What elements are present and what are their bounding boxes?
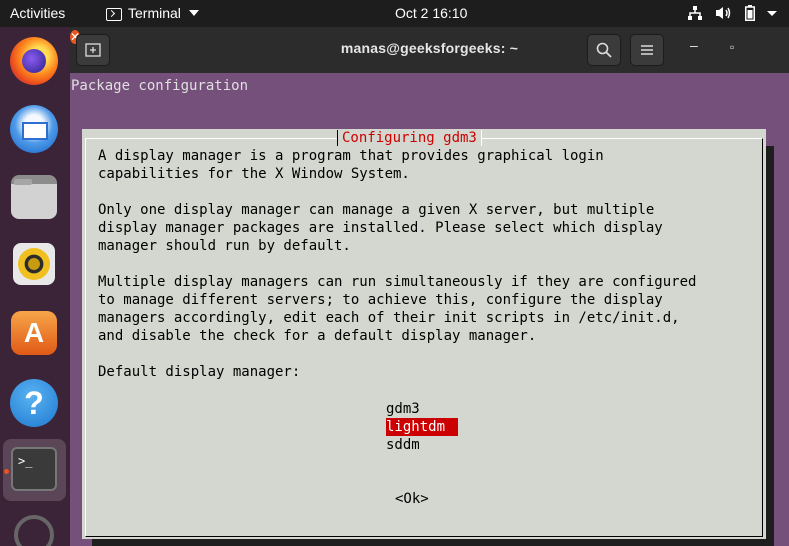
maximize-button[interactable]: ▫ (730, 40, 734, 54)
terminal-icon (106, 7, 122, 21)
rhythmbox-icon[interactable] (13, 243, 55, 285)
network-icon (688, 6, 702, 20)
configure-dialog: Configuring gdm3 A display manager is a … (82, 129, 766, 539)
volume-icon (716, 7, 731, 19)
terminal-prompt-glyph: >_ (18, 454, 33, 468)
ok-button[interactable]: <Ok> (395, 490, 429, 508)
firefox-icon[interactable] (10, 37, 58, 85)
chevron-down-icon (767, 11, 777, 16)
system-tray[interactable] (687, 5, 777, 21)
files-icon[interactable] (11, 175, 57, 219)
dock: A ? >_ (0, 27, 70, 546)
dialog-title: Configuring gdm3 (337, 130, 482, 146)
window-title: manas@geeksforgeeks: ~ (340, 40, 519, 56)
option-lightdm[interactable]: lightdm (386, 418, 458, 436)
clock[interactable]: Oct 2 16:10 (395, 5, 467, 21)
search-icon (596, 42, 612, 58)
hamburger-icon (641, 45, 653, 55)
menu-button[interactable] (630, 34, 664, 66)
app-menu[interactable]: Terminal (106, 5, 199, 21)
minimize-button[interactable]: – (690, 37, 698, 53)
dialog-body: A display manager is a program that prov… (98, 148, 697, 380)
option-gdm3[interactable]: gdm3 (386, 400, 420, 418)
window-header: manas@geeksforgeeks: ~ – ▫ ✕ (70, 27, 789, 73)
terminal-area[interactable]: Package configuration Configuring gdm3 A… (70, 73, 789, 546)
top-bar: Activities Terminal Oct 2 16:10 (0, 0, 789, 27)
app-name: Terminal (128, 5, 181, 21)
help-icon[interactable]: ? (10, 379, 58, 427)
terminal-icon[interactable]: >_ (11, 447, 57, 491)
chevron-down-icon (188, 10, 199, 16)
option-sddm[interactable]: sddm (386, 436, 420, 454)
software-center-icon[interactable]: A (11, 311, 57, 355)
battery-icon (745, 5, 755, 21)
thunderbird-icon[interactable] (10, 105, 58, 153)
package-config-title: Package configuration (71, 78, 249, 94)
search-button[interactable] (587, 34, 621, 66)
show-applications-icon[interactable] (14, 515, 54, 546)
running-indicator (4, 469, 9, 474)
activities-button[interactable]: Activities (10, 5, 65, 21)
